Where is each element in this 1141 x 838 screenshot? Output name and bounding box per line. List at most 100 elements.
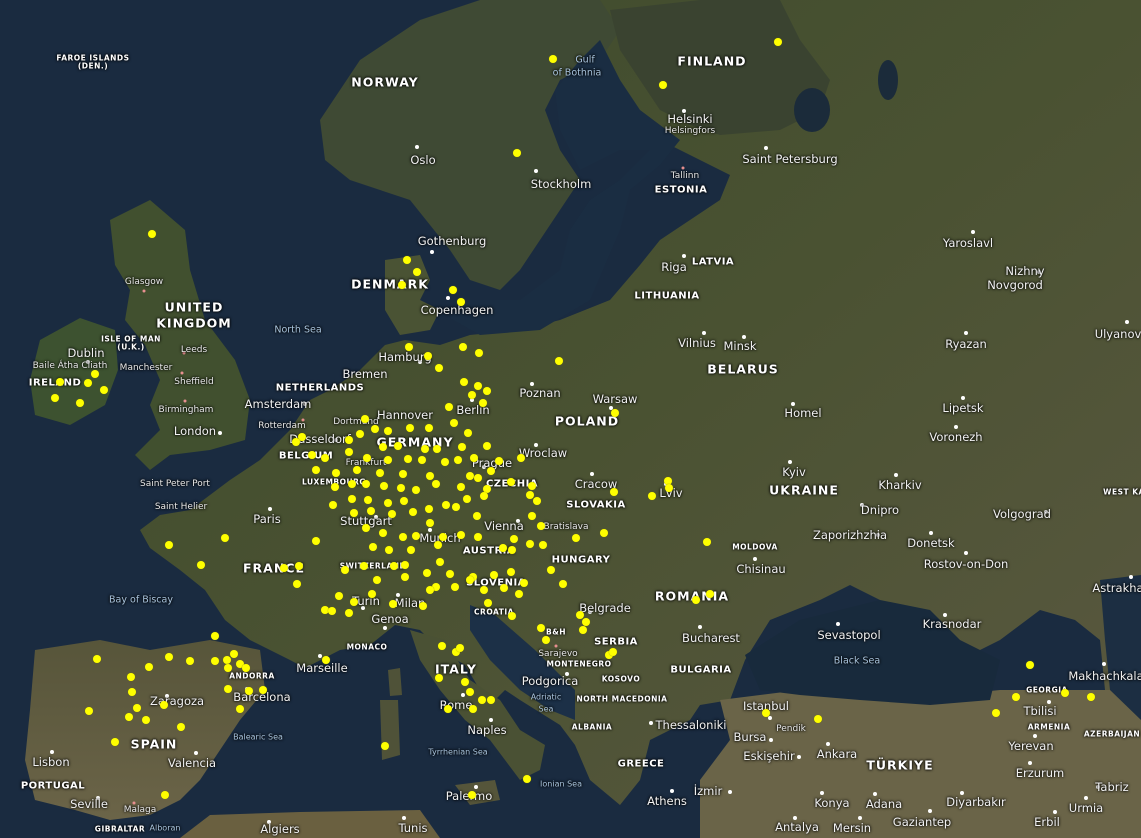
location-marker[interactable] [379, 443, 387, 451]
location-marker[interactable] [445, 403, 453, 411]
location-marker[interactable] [490, 571, 498, 579]
location-marker[interactable] [165, 541, 173, 549]
location-marker[interactable] [418, 456, 426, 464]
location-marker[interactable] [468, 391, 476, 399]
location-marker[interactable] [487, 467, 495, 475]
location-marker[interactable] [364, 496, 372, 504]
location-marker[interactable] [434, 541, 442, 549]
location-marker[interactable] [111, 738, 119, 746]
location-marker[interactable] [399, 470, 407, 478]
location-marker[interactable] [537, 522, 545, 530]
location-marker[interactable] [466, 472, 474, 480]
location-marker[interactable] [230, 650, 238, 658]
location-marker[interactable] [329, 501, 337, 509]
location-marker[interactable] [356, 430, 364, 438]
location-marker[interactable] [295, 562, 303, 570]
location-marker[interactable] [293, 580, 301, 588]
location-marker[interactable] [487, 696, 495, 704]
location-marker[interactable] [456, 644, 464, 652]
location-marker[interactable] [348, 495, 356, 503]
location-marker[interactable] [401, 573, 409, 581]
location-marker[interactable] [332, 469, 340, 477]
location-marker[interactable] [539, 541, 547, 549]
location-marker[interactable] [367, 507, 375, 515]
location-marker[interactable] [444, 705, 452, 713]
location-marker[interactable] [533, 497, 541, 505]
location-marker[interactable] [582, 618, 590, 626]
location-marker[interactable] [466, 576, 474, 584]
location-marker[interactable] [442, 501, 450, 509]
location-marker[interactable] [397, 484, 405, 492]
location-marker[interactable] [259, 686, 267, 694]
location-marker[interactable] [160, 701, 168, 709]
location-marker[interactable] [549, 55, 557, 63]
location-marker[interactable] [609, 648, 617, 656]
location-marker[interactable] [394, 442, 402, 450]
location-marker[interactable] [361, 415, 369, 423]
location-marker[interactable] [91, 370, 99, 378]
location-marker[interactable] [242, 664, 250, 672]
location-marker[interactable] [474, 533, 482, 541]
location-marker[interactable] [406, 424, 414, 432]
location-marker[interactable] [322, 656, 330, 664]
location-marker[interactable] [1012, 693, 1020, 701]
location-marker[interactable] [450, 419, 458, 427]
location-marker[interactable] [439, 533, 447, 541]
location-marker[interactable] [432, 480, 440, 488]
location-marker[interactable] [353, 466, 361, 474]
location-marker[interactable] [350, 598, 358, 606]
location-marker[interactable] [133, 704, 141, 712]
location-marker[interactable] [380, 482, 388, 490]
location-marker[interactable] [197, 561, 205, 569]
location-marker[interactable] [371, 425, 379, 433]
map-canvas[interactable]: NORWAY FINLAND ESTONIA LATVIA LITHUANIA BELAR… [0, 0, 1141, 838]
location-marker[interactable] [345, 609, 353, 617]
location-marker[interactable] [537, 624, 545, 632]
location-marker[interactable] [412, 486, 420, 494]
location-marker[interactable] [345, 448, 353, 456]
location-marker[interactable] [814, 715, 822, 723]
location-marker[interactable] [186, 657, 194, 665]
location-marker[interactable] [363, 454, 371, 462]
location-marker[interactable] [142, 716, 150, 724]
location-marker[interactable] [555, 357, 563, 365]
location-marker[interactable] [384, 427, 392, 435]
location-marker[interactable] [76, 399, 84, 407]
location-marker[interactable] [508, 546, 516, 554]
location-marker[interactable] [515, 590, 523, 598]
location-marker[interactable] [292, 438, 300, 446]
location-marker[interactable] [308, 451, 316, 459]
location-marker[interactable] [379, 529, 387, 537]
location-marker[interactable] [399, 533, 407, 541]
location-marker[interactable] [1087, 693, 1095, 701]
location-marker[interactable] [466, 688, 474, 696]
location-marker[interactable] [425, 424, 433, 432]
location-marker[interactable] [468, 791, 476, 799]
location-marker[interactable] [579, 626, 587, 634]
location-marker[interactable] [458, 443, 466, 451]
location-marker[interactable] [85, 707, 93, 715]
location-marker[interactable] [457, 531, 465, 539]
location-marker[interactable] [426, 519, 434, 527]
location-marker[interactable] [460, 378, 468, 386]
location-marker[interactable] [424, 352, 432, 360]
location-marker[interactable] [480, 586, 488, 594]
location-marker[interactable] [413, 268, 421, 276]
location-marker[interactable] [648, 492, 656, 500]
location-marker[interactable] [436, 558, 444, 566]
location-marker[interactable] [1026, 661, 1034, 669]
location-marker[interactable] [368, 590, 376, 598]
location-marker[interactable] [435, 674, 443, 682]
location-marker[interactable] [93, 655, 101, 663]
location-marker[interactable] [499, 544, 507, 552]
location-marker[interactable] [362, 480, 370, 488]
location-marker[interactable] [452, 503, 460, 511]
location-marker[interactable] [369, 543, 377, 551]
location-marker[interactable] [312, 466, 320, 474]
location-marker[interactable] [478, 696, 486, 704]
location-marker[interactable] [528, 482, 536, 490]
location-marker[interactable] [526, 540, 534, 548]
location-marker[interactable] [774, 38, 782, 46]
location-marker[interactable] [542, 636, 550, 644]
location-marker[interactable] [454, 456, 462, 464]
